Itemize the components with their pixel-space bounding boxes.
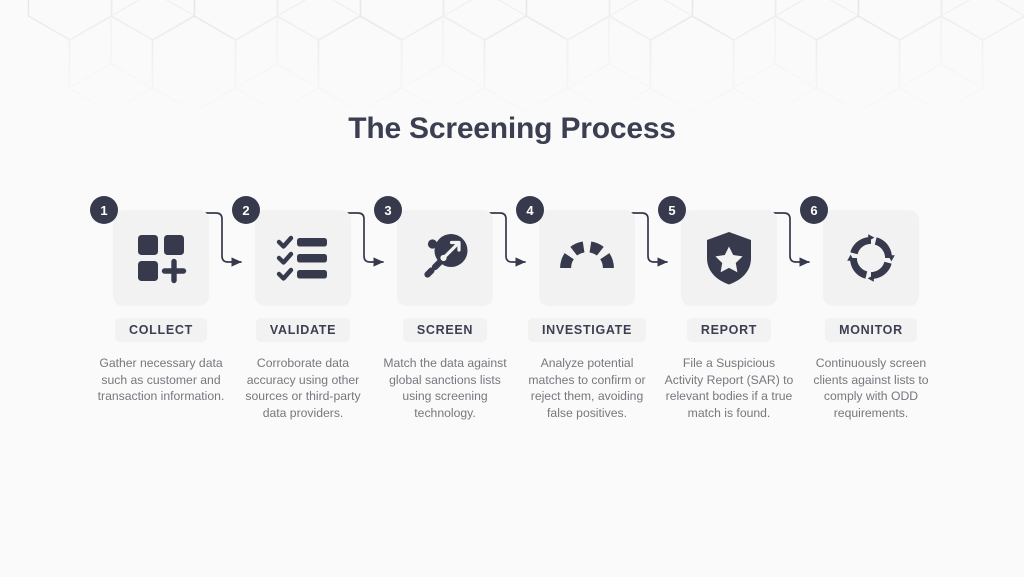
process-step-collect[interactable]: 1 COLLECT Gather necessary data such as … <box>90 196 232 405</box>
step-number-badge-4: 4 <box>516 196 544 224</box>
shield-star-icon <box>707 232 751 285</box>
step-description-collect: Gather necessary data such as customer a… <box>97 356 225 404</box>
page-title: The Screening Process <box>348 112 676 145</box>
icon-card-monitor[interactable]: 6 <box>800 196 919 306</box>
step-label-investigate: INVESTIGATE <box>527 318 647 342</box>
refresh-cycle-icon <box>847 234 895 282</box>
step-label-report: REPORT <box>686 318 772 342</box>
step-number-badge-2: 2 <box>232 196 260 224</box>
background-hexagon-pattern <box>27 0 1024 113</box>
icon-card-investigate[interactable]: 4 <box>516 196 635 306</box>
icon-card-report[interactable]: 5 <box>658 196 777 306</box>
icon-card-validate[interactable]: 2 <box>232 196 351 306</box>
process-step-monitor[interactable]: 6 MONITOR Continuously screen clients ag… <box>800 196 942 421</box>
step-label-screen: SCREEN <box>402 318 488 342</box>
step-label-validate: VALIDATE <box>255 318 351 342</box>
step-number-badge-5: 5 <box>658 196 686 224</box>
step-label-monitor: MONITOR <box>825 318 917 342</box>
step-label-collect: COLLECT <box>115 318 207 342</box>
grid-plus-icon <box>138 235 187 284</box>
step-description-screen: Match the data against global sanctions … <box>383 356 507 420</box>
step-number-badge-1: 1 <box>90 196 118 224</box>
icon-card-collect[interactable]: 1 <box>90 196 209 306</box>
process-step-investigate[interactable]: 4 INVESTIGATE Analyze potential matches … <box>516 196 658 421</box>
icon-card-screen[interactable]: 3 <box>374 196 493 306</box>
step-description-validate: Corroborate data accuracy using other so… <box>245 356 361 420</box>
gauge-icon <box>560 241 614 269</box>
process-step-report[interactable]: 5 REPORT File a Suspicious Activity Repo… <box>658 196 800 421</box>
target-search-icon <box>424 234 468 278</box>
process-diagram: 1 COLLECT Gather necessary data such as … <box>0 196 1024 446</box>
step-description-report: File a Suspicious Activity Report (SAR) … <box>664 356 794 420</box>
process-step-screen[interactable]: 3 SCREEN Match the data against global s… <box>374 196 516 421</box>
checklist-icon <box>276 235 327 281</box>
step-number-badge-3: 3 <box>374 196 402 224</box>
step-description-investigate: Analyze potential matches to confirm or … <box>528 356 646 420</box>
process-step-validate[interactable]: 2 VALIDATE Corroborate data accuracy usi… <box>232 196 374 421</box>
step-description-monitor: Continuously screen clients against list… <box>813 356 929 420</box>
step-number-badge-6: 6 <box>800 196 828 224</box>
